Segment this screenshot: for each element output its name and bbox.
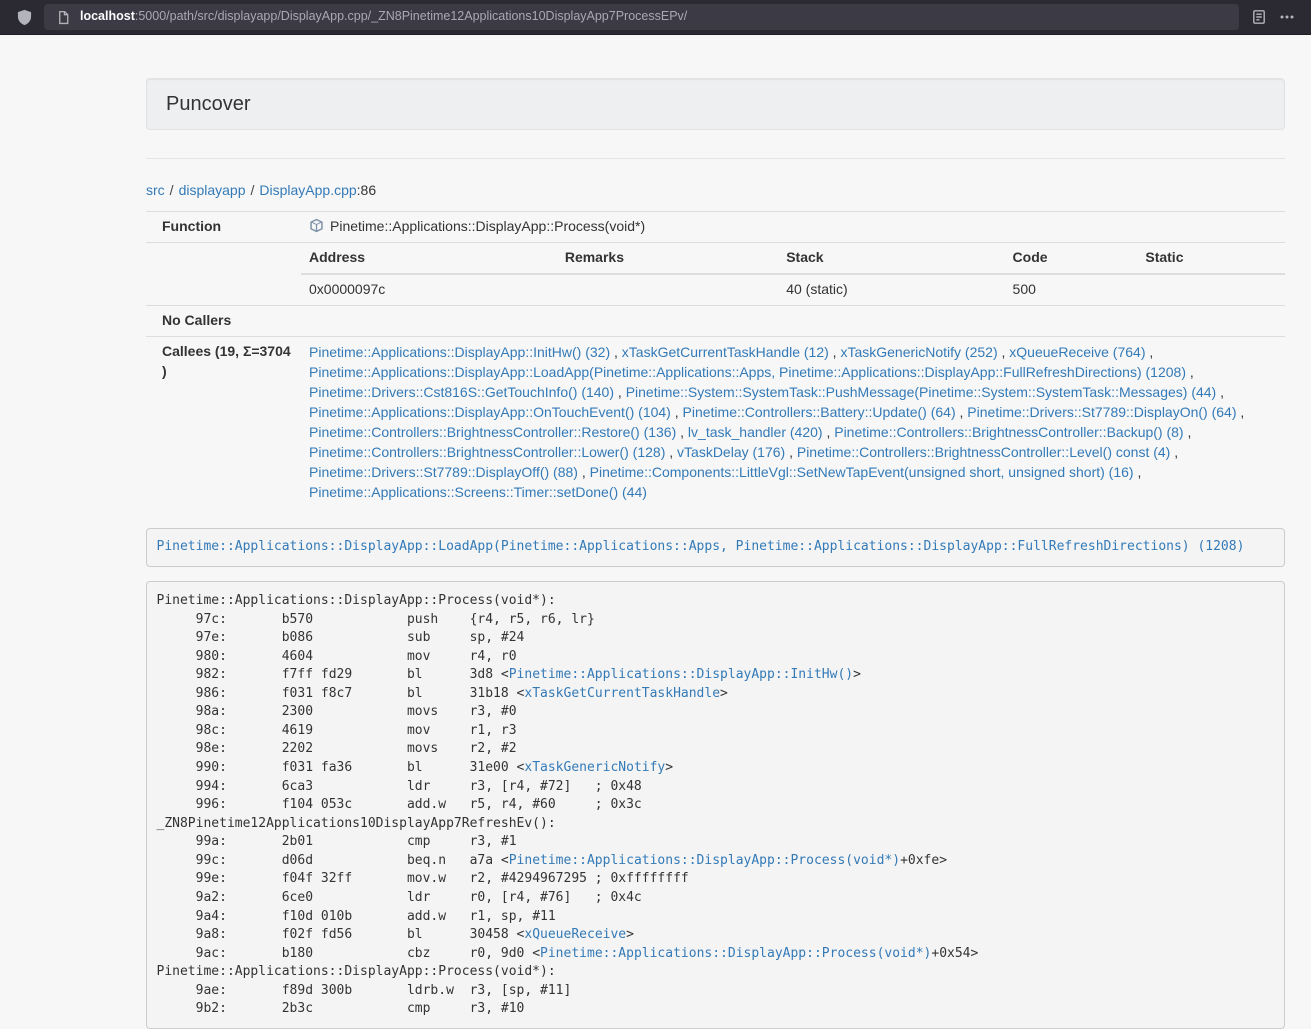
url-bar[interactable]: localhost:5000/path/src/displayapp/Displ…	[44, 4, 1239, 30]
details-static	[1137, 274, 1285, 305]
disassembly-symbol-link[interactable]: Pinetime::Applications::DisplayApp::Proc…	[540, 946, 931, 961]
callee-link[interactable]: xTaskGenericNotify (252)	[840, 344, 997, 360]
callee-link[interactable]: Pinetime::System::SystemTask::PushMessag…	[626, 384, 1217, 400]
page-title-panel: Puncover	[146, 78, 1285, 130]
callee-link[interactable]: Pinetime::Applications::DisplayApp::Load…	[309, 364, 1186, 380]
callee-link[interactable]: lv_task_handler (420)	[688, 424, 823, 440]
reader-mode-icon[interactable]	[1245, 4, 1273, 30]
menu-dots-icon[interactable]	[1273, 4, 1301, 30]
callee-link[interactable]: Pinetime::Drivers::Cst816S::GetTouchInfo…	[309, 384, 614, 400]
function-name: Pinetime::Applications::DisplayApp::Proc…	[330, 218, 645, 234]
details-header-static: Static	[1137, 243, 1285, 274]
page-title: Puncover	[166, 93, 251, 115]
details-row: Address Remarks Stack Code Static 0x0000…	[146, 242, 1285, 305]
no-callers-cell	[301, 305, 1285, 336]
callee-link[interactable]: vTaskDelay (176)	[677, 444, 785, 460]
callee-link[interactable]: xQueueReceive (764)	[1009, 344, 1145, 360]
callee-link[interactable]: Pinetime::Controllers::Battery::Update()…	[683, 404, 956, 420]
details-header-stack: Stack	[778, 243, 1004, 274]
details-header-address: Address	[301, 243, 557, 274]
details-code: 500	[1005, 274, 1138, 305]
disassembly-box: Pinetime::Applications::DisplayApp::Proc…	[146, 581, 1285, 1029]
divider	[146, 158, 1285, 159]
snippet-box: Pinetime::Applications::DisplayApp::Load…	[146, 528, 1285, 568]
breadcrumb-line-number: :86	[357, 182, 376, 198]
package-cube-icon	[309, 218, 324, 233]
callee-link[interactable]: Pinetime::Drivers::St7789::DisplayOff() …	[309, 464, 578, 480]
breadcrumb-separator: /	[251, 182, 255, 198]
breadcrumb: src/displayapp/DisplayApp.cpp:86	[146, 181, 1285, 201]
details-table: Address Remarks Stack Code Static 0x0000…	[301, 243, 1285, 305]
details-cell: Address Remarks Stack Code Static 0x0000…	[301, 242, 1285, 305]
tracking-protection-shield-icon[interactable]	[10, 4, 38, 30]
disassembly-symbol-link[interactable]: xTaskGenericNotify	[524, 760, 665, 775]
disassembly-symbol-link[interactable]: xQueueReceive	[524, 927, 626, 942]
details-row-label	[146, 242, 301, 305]
callee-link[interactable]: Pinetime::Controllers::BrightnessControl…	[309, 424, 676, 440]
breadcrumb-link-src[interactable]: src	[146, 182, 165, 198]
function-row: Function Pinetime::Applications::Display…	[146, 211, 1285, 242]
callee-link[interactable]: Pinetime::Controllers::BrightnessControl…	[834, 424, 1183, 440]
breadcrumb-link-file[interactable]: DisplayApp.cpp	[259, 182, 356, 198]
details-values-row: 0x0000097c 40 (static) 500	[301, 274, 1285, 305]
url-text: localhost:5000/path/src/displayapp/Displ…	[80, 8, 1229, 26]
callees-list: Pinetime::Applications::DisplayApp::Init…	[301, 336, 1285, 507]
page-icon	[54, 4, 72, 30]
breadcrumb-link-displayapp[interactable]: displayapp	[179, 182, 246, 198]
snippet-link[interactable]: Pinetime::Applications::DisplayApp::Load…	[157, 539, 1245, 554]
symbol-table: Function Pinetime::Applications::Display…	[146, 211, 1285, 507]
details-remarks	[557, 274, 778, 305]
details-header-code: Code	[1005, 243, 1138, 274]
url-host: localhost	[80, 9, 135, 23]
function-row-label: Function	[146, 211, 301, 242]
no-callers-label: No Callers	[146, 305, 301, 336]
breadcrumb-separator: /	[170, 182, 174, 198]
callee-link[interactable]: Pinetime::Components::LittleVgl::SetNewT…	[590, 464, 1134, 480]
disassembly-symbol-link[interactable]: xTaskGetCurrentTaskHandle	[524, 686, 720, 701]
callee-link[interactable]: Pinetime::Controllers::BrightnessControl…	[309, 444, 665, 460]
no-callers-row: No Callers	[146, 305, 1285, 336]
disassembly-symbol-link[interactable]: Pinetime::Applications::DisplayApp::Init…	[509, 667, 853, 682]
callees-row: Callees (19, Σ=3704 ) Pinetime::Applicat…	[146, 336, 1285, 507]
callee-link[interactable]: Pinetime::Applications::DisplayApp::Init…	[309, 344, 610, 360]
details-header-remarks: Remarks	[557, 243, 778, 274]
callee-link[interactable]: Pinetime::Applications::DisplayApp::OnTo…	[309, 404, 671, 420]
callee-link[interactable]: Pinetime::Controllers::BrightnessControl…	[797, 444, 1170, 460]
callees-label: Callees (19, Σ=3704 )	[146, 336, 301, 507]
callee-link[interactable]: Pinetime::Applications::Screens::Timer::…	[309, 484, 647, 500]
callee-link[interactable]: xTaskGetCurrentTaskHandle (12)	[622, 344, 829, 360]
browser-toolbar: localhost:5000/path/src/displayapp/Displ…	[0, 0, 1311, 35]
page-content: Puncover src/displayapp/DisplayApp.cpp:8…	[146, 35, 1285, 1029]
url-path: :5000/path/src/displayapp/DisplayApp.cpp…	[135, 9, 687, 23]
details-address: 0x0000097c	[301, 274, 557, 305]
function-name-cell: Pinetime::Applications::DisplayApp::Proc…	[301, 211, 1285, 242]
callee-link[interactable]: Pinetime::Drivers::St7789::DisplayOn() (…	[967, 404, 1236, 420]
disassembly-symbol-link[interactable]: Pinetime::Applications::DisplayApp::Proc…	[509, 853, 900, 868]
details-stack: 40 (static)	[778, 274, 1004, 305]
